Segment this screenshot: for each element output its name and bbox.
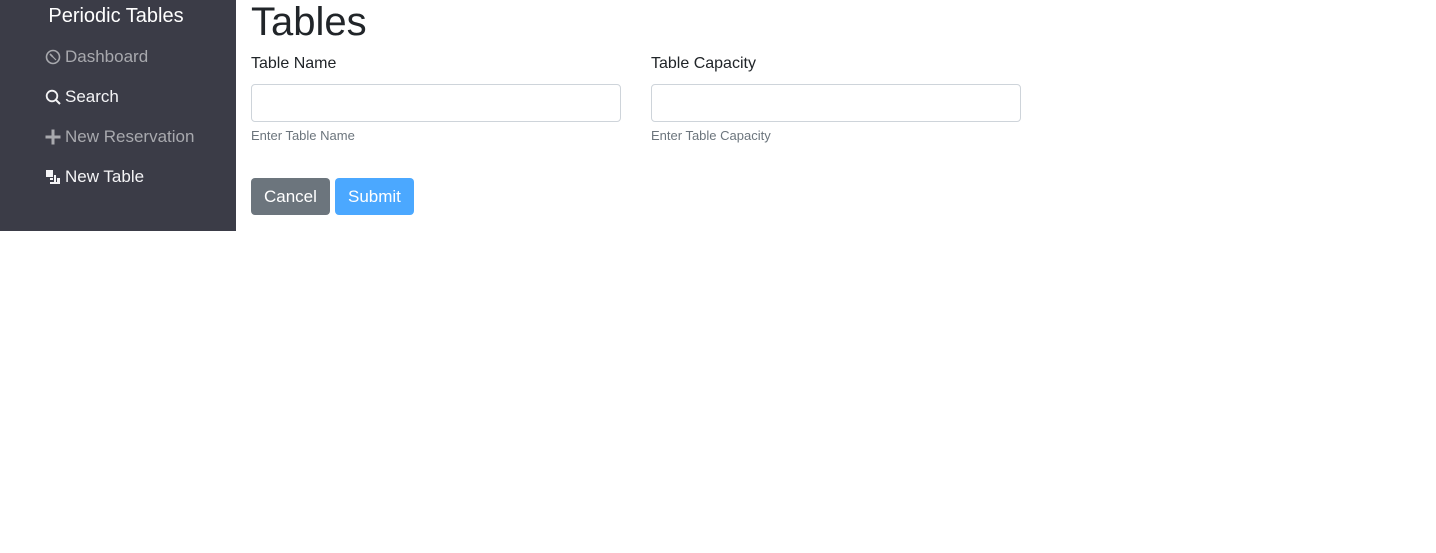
- table-capacity-group: Table Capacity Enter Table Capacity: [651, 53, 1021, 145]
- new-table-icon: [44, 168, 62, 186]
- table-name-help: Enter Table Name: [251, 128, 355, 143]
- sidebar-item-label: New Table: [65, 167, 145, 186]
- table-capacity-help: Enter Table Capacity: [651, 128, 771, 143]
- sidebar-item-label: Dashboard: [65, 47, 149, 66]
- table-name-group: Table Name Enter Table Name: [251, 53, 621, 145]
- sidebar-item-new-reservation[interactable]: New Reservation: [44, 125, 194, 149]
- sidebar: Periodic Tables Dashboard Search New Res…: [0, 0, 236, 231]
- sidebar-item-label: Search: [65, 87, 119, 106]
- table-name-label: Table Name: [251, 55, 337, 72]
- dashboard-icon: [44, 48, 62, 66]
- sidebar-item-label: New Reservation: [65, 127, 195, 146]
- cancel-button[interactable]: Cancel: [251, 178, 330, 215]
- table-capacity-input[interactable]: [651, 84, 1021, 122]
- table-name-input[interactable]: [251, 84, 621, 122]
- sidebar-item-new-table[interactable]: New Table: [44, 165, 194, 189]
- page-title: Tables: [251, 0, 367, 44]
- sidebar-item-search[interactable]: Search: [44, 85, 194, 109]
- plus-icon: [44, 128, 62, 146]
- brand-title[interactable]: Periodic Tables: [0, 4, 232, 28]
- table-capacity-label: Table Capacity: [651, 55, 756, 72]
- submit-button[interactable]: Submit: [335, 178, 414, 215]
- sidebar-nav: Dashboard Search New Reservation New Tab…: [44, 45, 194, 205]
- search-icon: [44, 88, 62, 106]
- sidebar-item-dashboard[interactable]: Dashboard: [44, 45, 194, 69]
